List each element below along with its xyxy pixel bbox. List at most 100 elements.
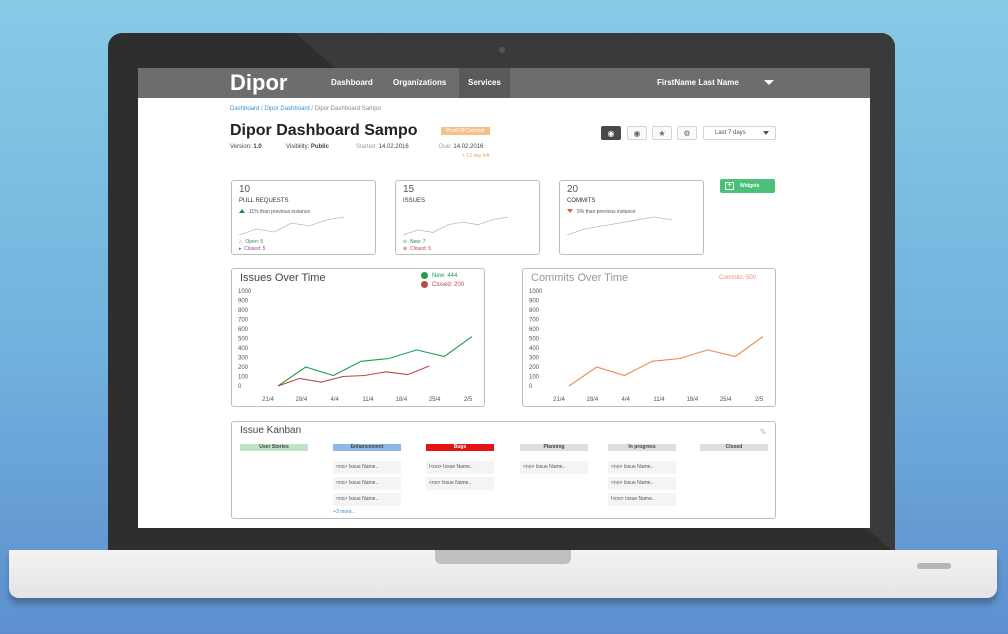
stat-value: 20 <box>567 184 579 195</box>
stat-label: COMMITS <box>567 198 596 204</box>
x-tick-label: 18/4 <box>395 397 407 403</box>
y-tick-label: 900 <box>238 299 249 305</box>
x-tick-label: 28/4 <box>586 397 598 403</box>
user-name[interactable]: FirstName Last Name <box>657 68 739 98</box>
stat-value: 10 <box>239 184 251 195</box>
sparkline-path <box>403 216 508 236</box>
kanban-column-enhancement[interactable]: Enhancement <box>333 444 401 451</box>
y-tick-label: 800 <box>238 308 249 314</box>
date-range-select[interactable]: Last 7 days <box>703 126 776 140</box>
settings-button[interactable]: ⚙ <box>677 126 697 140</box>
y-tick-label: 1000 <box>529 289 543 295</box>
kanban-issue-card[interactable]: I<no> Issue Name.. <box>426 461 494 474</box>
version-label: Version: <box>230 144 252 150</box>
x-tick-label: 25/4 <box>429 397 441 403</box>
chart-title: Commits Over Time <box>531 272 629 284</box>
widgets-label: Widgets <box>740 183 760 189</box>
issue-kanban-card: Issue Kanban ✎ User Stories Enhancement <n… <box>231 421 776 519</box>
chevron-down-icon <box>763 131 769 135</box>
x-tick-label: 25/4 <box>720 397 732 403</box>
nav-services[interactable]: Services <box>459 68 510 98</box>
days-left: + 13 day left <box>462 153 490 159</box>
nav-dashboard[interactable]: Dashboard <box>322 68 382 98</box>
stat-value: 15 <box>403 184 415 195</box>
x-tick-label: 2/5 <box>755 397 764 403</box>
stat-card-issues[interactable]: 15 ISSUES ⊙ New: 7 ⊗ Closed: 5 <box>395 180 540 255</box>
breadcrumb: Dashboard / Dipor Dashboard / Dipor Dash… <box>230 106 381 112</box>
trend-up-icon <box>239 209 245 213</box>
kanban-column-user-stories[interactable]: User Stories <box>240 444 308 451</box>
series-line-closed <box>277 365 430 387</box>
visibility-meta: Visibility: Public <box>286 144 329 150</box>
y-tick-label: 600 <box>238 327 249 333</box>
kanban-issue-card[interactable]: <no> Issue Name.. <box>520 461 588 474</box>
stat-card-pull-requests[interactable]: 10 PULL REQUESTS 11% than previous insta… <box>231 180 376 255</box>
kanban-column-in-progress[interactable]: In progress <box>608 444 676 451</box>
y-tick-label: 0 <box>529 384 533 390</box>
top-navbar: Dipor Dashboard Organizations Services F… <box>138 68 870 98</box>
github-button[interactable]: ◉ <box>601 126 621 140</box>
nav-organizations[interactable]: Organizations <box>384 68 455 98</box>
trend-down-icon <box>567 209 573 213</box>
x-tick-label: 11/4 <box>653 397 665 403</box>
gear-icon: ⚙ <box>683 128 691 138</box>
app-logo[interactable]: Dipor <box>230 70 287 96</box>
version-value: 1.0 <box>253 144 262 150</box>
stat-closed: ▸ Closed: 5 <box>239 246 266 252</box>
kanban-column-closed[interactable]: Closed <box>700 444 768 451</box>
due-meta: Due: 14.02.2016 <box>439 144 483 150</box>
star-button[interactable]: ★ <box>652 126 672 140</box>
breadcrumb-dashboard[interactable]: Dashboard <box>230 106 259 112</box>
kanban-issue-card[interactable]: <no> Issue Name.. <box>333 461 401 474</box>
y-tick-label: 100 <box>529 375 540 381</box>
kanban-column-planning[interactable]: Planning <box>520 444 588 451</box>
base-notch <box>435 550 571 564</box>
kanban-title: Issue Kanban <box>240 425 302 436</box>
laptop-base <box>9 550 997 598</box>
breadcrumb-current: Dipor Dashboard Sampo <box>314 106 381 112</box>
legend-commits: Commits: 500 <box>719 275 757 281</box>
y-tick-label: 900 <box>529 299 540 305</box>
kanban-column-bugs[interactable]: Bugs <box>426 444 494 451</box>
y-tick-label: 1000 <box>238 289 252 295</box>
sparkline <box>403 216 508 236</box>
visibility-label: Visibility: <box>286 144 310 150</box>
plus-icon: + <box>725 182 734 190</box>
issues-chart: 0 100 200 300 400 500 600 700 800 900 1000 21/4 28/4… <box>238 289 473 403</box>
y-tick-label: 0 <box>238 384 242 390</box>
visibility-value: Public <box>310 144 329 150</box>
y-tick-label: 200 <box>238 365 249 371</box>
started-meta: Started: 14.02.2016 <box>356 144 409 150</box>
edit-icon[interactable]: ✎ <box>759 427 767 438</box>
x-tick-label: 21/4 <box>262 397 274 403</box>
x-tick-label: 28/4 <box>295 397 307 403</box>
y-tick-label: 700 <box>529 318 540 324</box>
sparkline-path <box>567 216 672 236</box>
legend-dot <box>421 272 428 279</box>
kanban-issue-card[interactable]: <no> Issue Name.. <box>333 493 401 506</box>
y-tick-label: 400 <box>238 346 249 352</box>
kanban-issue-card[interactable]: I<no> Issue Name.. <box>608 493 676 506</box>
y-tick-label: 500 <box>529 337 540 343</box>
kanban-issue-card[interactable]: <no> Issue Name.. <box>333 477 401 490</box>
breadcrumb-dipor-dashboard[interactable]: Dipor Dashboard <box>264 106 309 112</box>
kanban-more-link[interactable]: +3 more... <box>333 509 356 515</box>
kanban-issue-card[interactable]: <no> Issue Name.. <box>426 477 494 490</box>
screen: Dipor Dashboard Organizations Services F… <box>138 68 870 528</box>
watch-button[interactable]: ◉ <box>627 126 647 140</box>
star-icon: ★ <box>658 128 666 138</box>
stat-open: ∩ Open: 5 <box>239 239 264 245</box>
y-tick-label: 600 <box>529 327 540 333</box>
kanban-issue-card[interactable]: <no> Issue Name.. <box>608 461 676 474</box>
x-tick-label: 18/4 <box>686 397 698 403</box>
x-tick-label: 4/4 <box>330 397 339 403</box>
x-tick-label: 21/4 <box>553 397 565 403</box>
stat-card-commits[interactable]: 20 COMMITS 5% than previous instance <box>559 180 704 255</box>
due-label: Due: <box>439 144 452 150</box>
commits-chart-card: Commits Over Time Commits: 500 0 100 200 30… <box>522 268 776 407</box>
kanban-issue-card[interactable]: <no> Issue Name.. <box>608 477 676 490</box>
eye-icon: ◉ <box>633 128 641 138</box>
started-label: Started: <box>356 144 378 150</box>
chevron-down-icon[interactable] <box>764 80 774 85</box>
widgets-button[interactable]: + Widgets <box>720 179 775 193</box>
